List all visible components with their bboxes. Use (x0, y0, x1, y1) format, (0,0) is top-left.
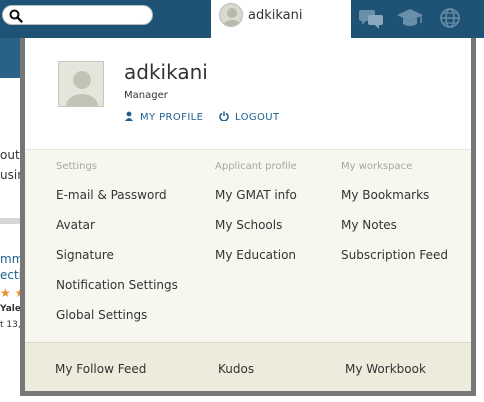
menu-item-global-settings[interactable]: Global Settings (56, 300, 178, 330)
user-dropdown-menu: adkikani Manager MY PROFILE LOGOUT Setti… (20, 38, 476, 396)
footer-link-my-follow-feed[interactable]: My Follow Feed (55, 362, 146, 376)
logout-link[interactable]: LOGOUT (219, 111, 280, 123)
menu-item-my-schools[interactable]: My Schools (215, 210, 297, 240)
settings-heading: Settings (56, 161, 98, 172)
menu-item-my-gmat-info[interactable]: My GMAT info (215, 180, 297, 210)
footer-link-kudos[interactable]: Kudos (218, 362, 254, 376)
settings-column: Settings E-mail & Password Avatar Signat… (56, 160, 178, 330)
logout-label: LOGOUT (235, 112, 280, 123)
workspace-column: My workspace My Bookmarks My Notes Subsc… (341, 160, 448, 270)
menu-item-my-notes[interactable]: My Notes (341, 210, 448, 240)
avatar (219, 3, 243, 27)
user-menu-tab[interactable]: adkikani (211, 0, 351, 38)
search-input[interactable] (2, 5, 153, 25)
menu-item-my-education[interactable]: My Education (215, 240, 297, 270)
background-author: Yale (0, 304, 21, 314)
user-silhouette-icon (66, 71, 98, 106)
person-icon (125, 111, 133, 121)
footer-link-my-workbook[interactable]: My Workbook (345, 362, 426, 376)
applicant-profile-heading: Applicant profile (215, 161, 297, 172)
my-profile-label: MY PROFILE (140, 112, 204, 123)
menu-item-email-password[interactable]: E-mail & Password (56, 180, 178, 210)
search-icon (9, 9, 23, 23)
chat-icon[interactable] (357, 6, 385, 30)
background-text-line: out (0, 148, 20, 162)
menu-columns: Settings E-mail & Password Avatar Signat… (25, 149, 471, 342)
menu-item-subscription-feed[interactable]: Subscription Feed (341, 240, 448, 270)
user-silhouette-icon (223, 8, 241, 26)
menu-item-avatar[interactable]: Avatar (56, 210, 178, 240)
user-tab-name: adkikani (248, 8, 303, 23)
graduation-cap-icon[interactable] (396, 6, 424, 30)
dropdown-footer: My Follow Feed Kudos My Workbook (25, 342, 471, 391)
profile-role: Manager (124, 90, 168, 101)
workspace-heading: My workspace (341, 161, 413, 172)
globe-icon[interactable] (436, 6, 464, 30)
profile-summary: adkikani Manager MY PROFILE LOGOUT (25, 38, 471, 149)
power-icon (219, 111, 229, 121)
background-date: t 13, (0, 320, 21, 330)
menu-item-my-bookmarks[interactable]: My Bookmarks (341, 180, 448, 210)
menu-item-signature[interactable]: Signature (56, 240, 178, 270)
menu-item-notification-settings[interactable]: Notification Settings (56, 270, 178, 300)
avatar[interactable] (58, 61, 104, 107)
my-profile-link[interactable]: MY PROFILE (124, 111, 203, 123)
profile-username: adkikani (124, 60, 208, 84)
background-topic-link[interactable]: ecti (0, 268, 22, 282)
applicant-profile-column: Applicant profile My GMAT info My School… (215, 160, 297, 270)
